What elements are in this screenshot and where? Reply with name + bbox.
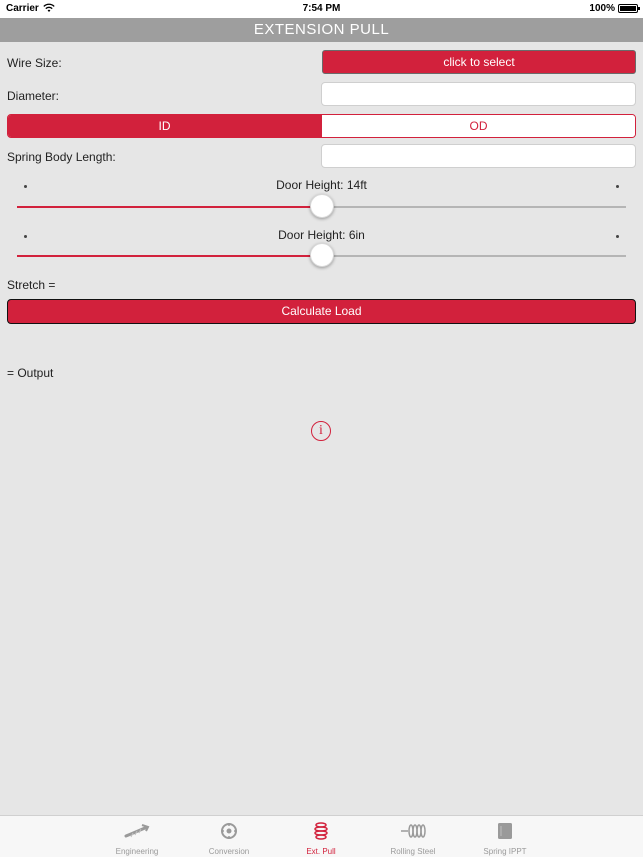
door-height-ft-slider-thumb[interactable] bbox=[309, 194, 334, 218]
tab-label: Conversion bbox=[208, 847, 250, 856]
slider-min-dot bbox=[24, 185, 27, 188]
tab-spring-ippt[interactable]: Spring IPPT bbox=[459, 816, 551, 857]
slider-max-dot bbox=[616, 235, 619, 238]
slider-min-dot bbox=[24, 235, 27, 238]
door-height-in-slider-thumb[interactable] bbox=[309, 243, 334, 267]
rolling-steel-icon bbox=[401, 824, 426, 838]
wire-size-label: Wire Size: bbox=[7, 56, 62, 70]
slider-max-dot bbox=[616, 185, 619, 188]
stretch-label: Stretch = bbox=[7, 278, 56, 292]
tab-label: Spring IPPT bbox=[483, 847, 527, 856]
segment-id[interactable]: ID bbox=[8, 115, 321, 137]
info-icon[interactable]: i bbox=[311, 421, 331, 441]
calculate-load-button[interactable]: Calculate Load bbox=[7, 299, 636, 324]
tab-label: Ext. Pull bbox=[306, 847, 336, 856]
slider-track-empty bbox=[321, 255, 626, 257]
segment-od[interactable]: OD bbox=[321, 115, 635, 137]
wire-size-select-button[interactable]: click to select bbox=[322, 50, 636, 74]
tab-conversion[interactable]: Conversion bbox=[183, 816, 275, 857]
tab-bar: Engineering Conversion Ext. Pull Rolling… bbox=[0, 815, 643, 857]
tab-label: Engineering bbox=[115, 847, 159, 856]
tab-rolling-steel[interactable]: Rolling Steel bbox=[367, 816, 459, 857]
slider-track-filled bbox=[17, 255, 322, 257]
id-od-segmented-control: ID OD bbox=[7, 114, 636, 138]
spring-tool-icon bbox=[124, 824, 150, 838]
extension-spring-icon bbox=[314, 822, 328, 840]
door-height-in-label: Door Height: 6in bbox=[278, 228, 365, 242]
status-bar: Carrier 7:54 PM 100% bbox=[0, 0, 643, 18]
diameter-label: Diameter: bbox=[7, 89, 60, 103]
conversion-icon bbox=[221, 823, 237, 839]
output-label: = Output bbox=[7, 366, 54, 380]
spring-ippt-icon bbox=[498, 823, 512, 839]
tab-ext-pull[interactable]: Ext. Pull bbox=[275, 816, 367, 857]
spring-body-length-label: Spring Body Length: bbox=[7, 150, 116, 164]
tab-engineering[interactable]: Engineering bbox=[91, 816, 183, 857]
battery-icon bbox=[618, 4, 640, 13]
status-time: 7:54 PM bbox=[302, 3, 341, 14]
door-height-ft-label: Door Height: 14ft bbox=[276, 178, 367, 192]
slider-track-empty bbox=[321, 206, 626, 208]
slider-track-filled bbox=[17, 206, 322, 208]
spring-body-length-input[interactable] bbox=[321, 144, 636, 168]
battery-percentage: 100% bbox=[589, 3, 615, 14]
page-title: EXTENSION PULL bbox=[0, 18, 643, 42]
tab-label: Rolling Steel bbox=[390, 847, 436, 856]
diameter-input[interactable] bbox=[321, 82, 636, 106]
